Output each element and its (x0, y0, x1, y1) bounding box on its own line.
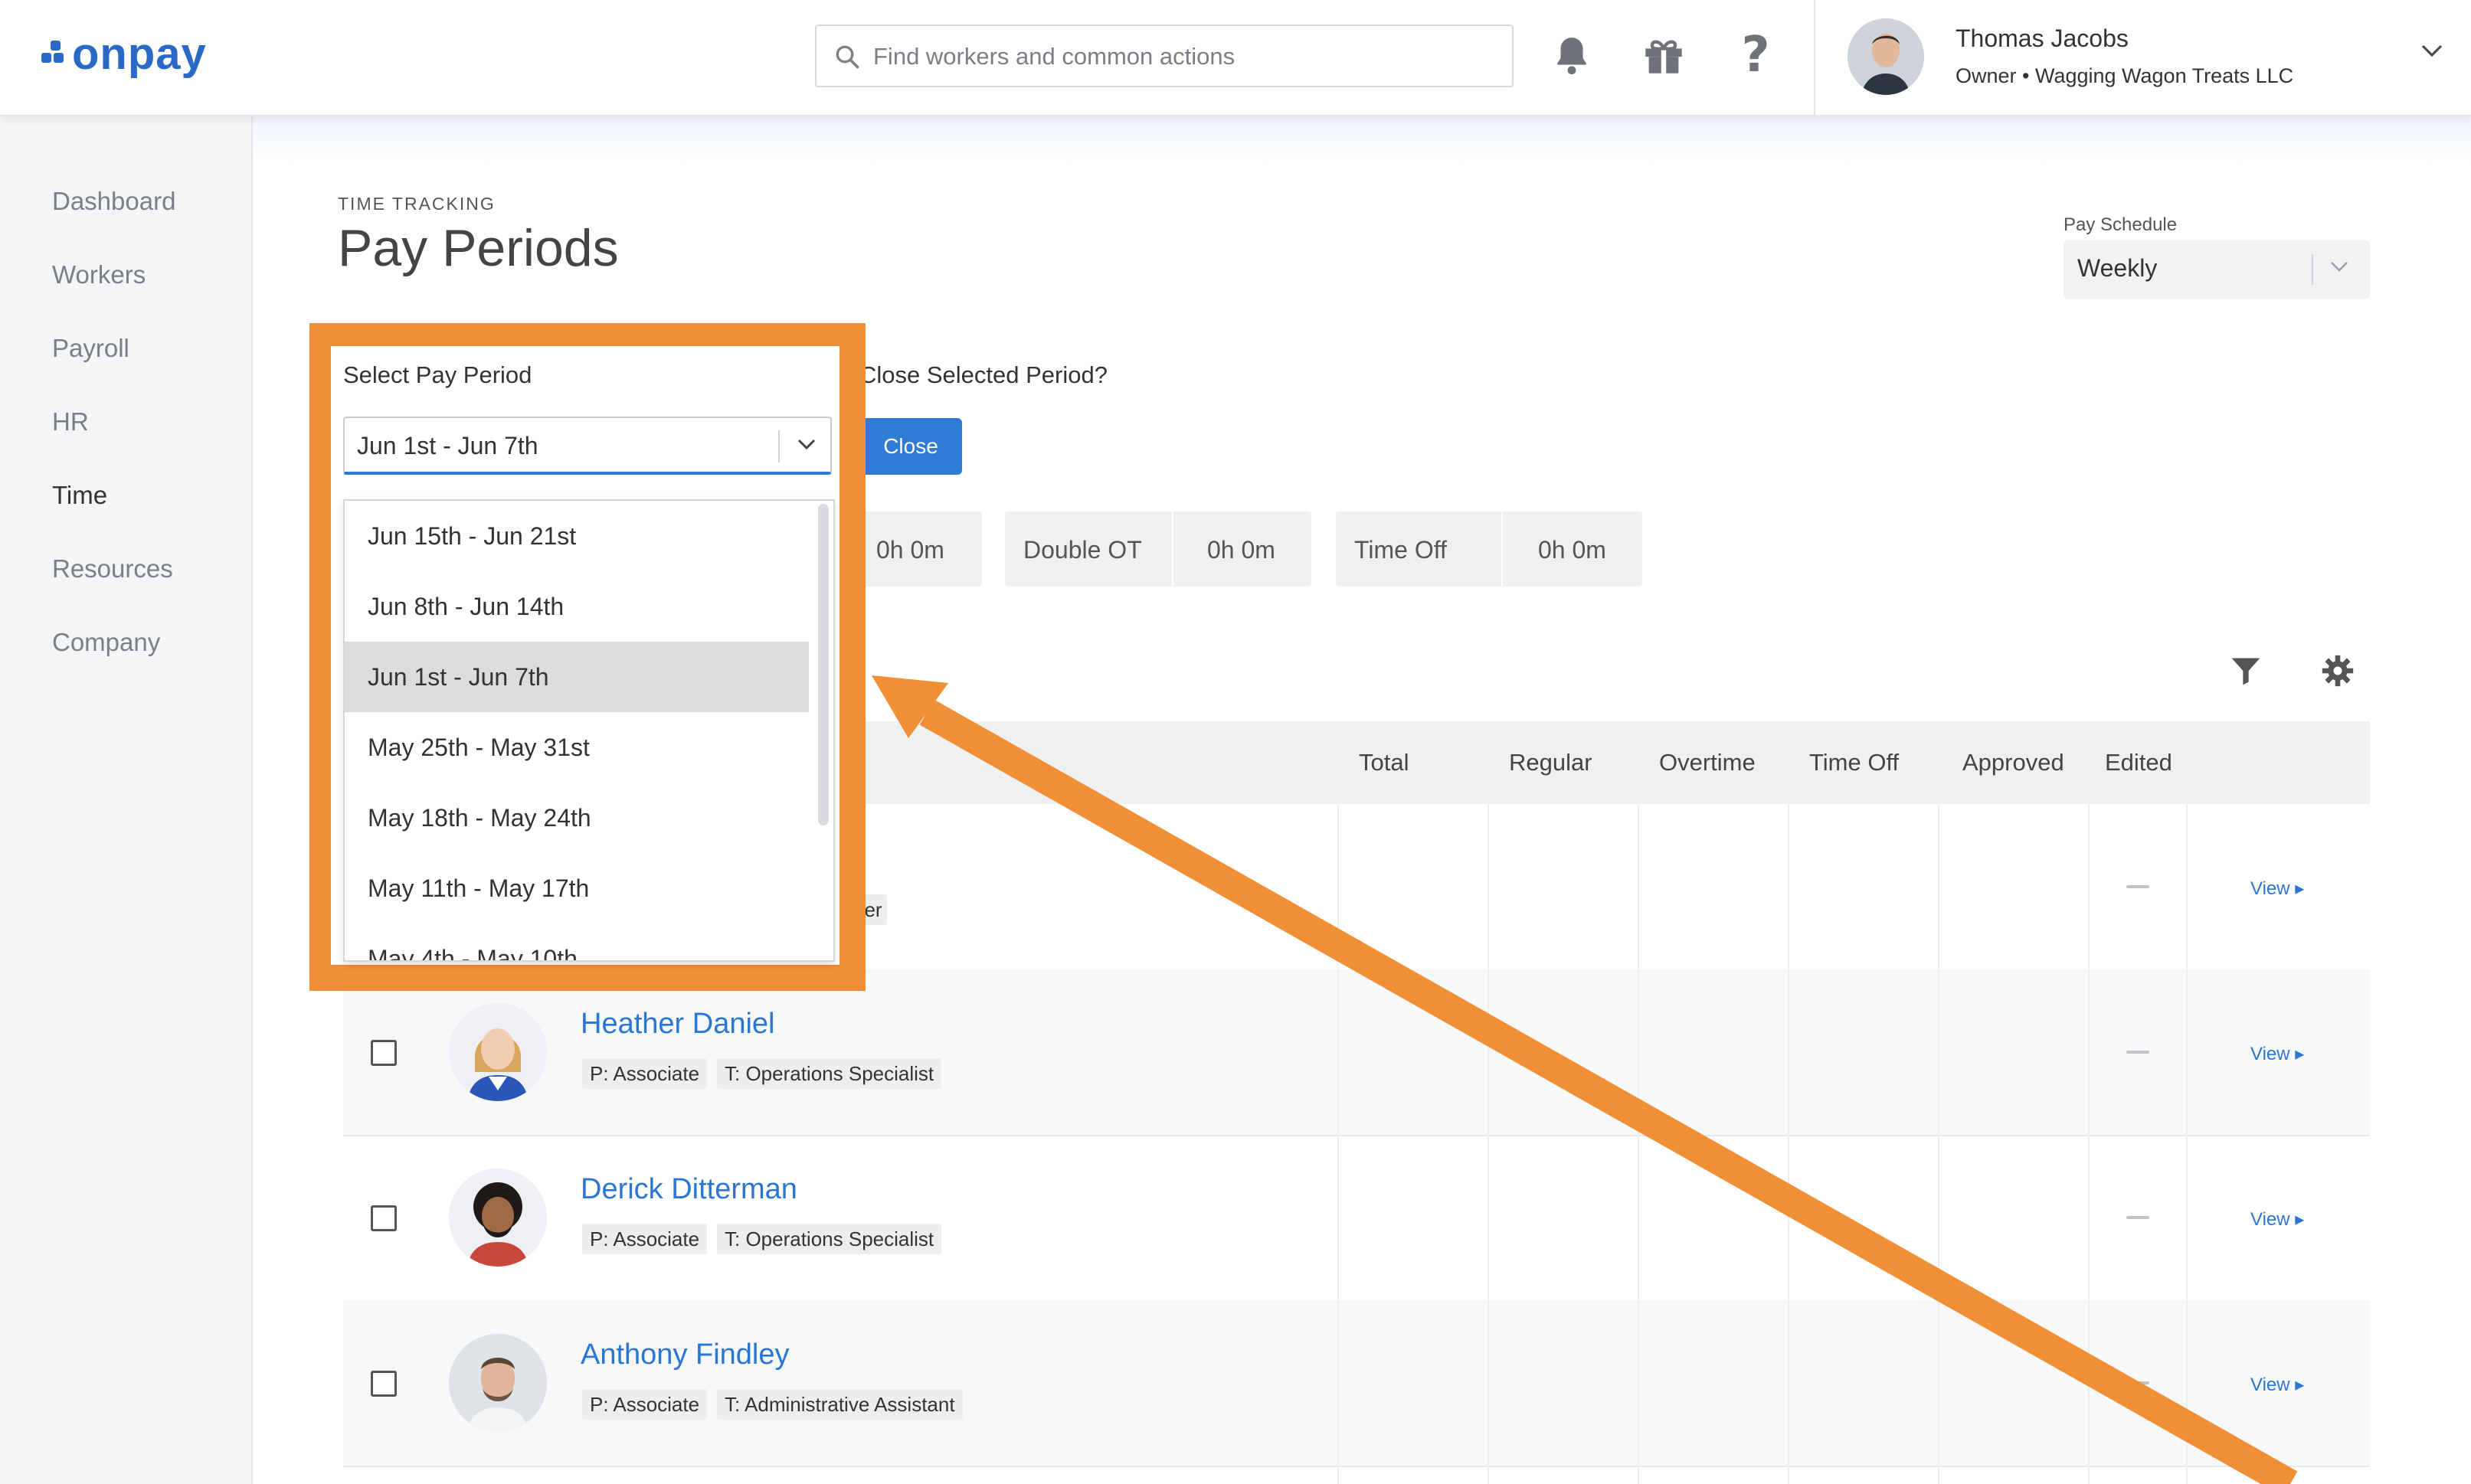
table-row[interactable]: Anthony Findley P: Associate T: Administ… (343, 1300, 2370, 1467)
edited-dash (2126, 1381, 2149, 1384)
view-link[interactable]: View ▸ (2250, 1374, 2304, 1396)
pay-period-select[interactable]: Jun 1st - Jun 7th (343, 417, 832, 475)
column-divider (1638, 804, 1639, 1484)
pay-period-option[interactable]: May 4th - May 10th (345, 923, 809, 960)
sidebar-item-dashboard[interactable]: Dashboard (52, 187, 175, 216)
view-link[interactable]: View ▸ (2250, 1208, 2304, 1231)
stat-divider (1501, 512, 1503, 587)
stat-partial-value: 0h 0m (876, 536, 944, 564)
pay-period-option[interactable]: May 11th - May 17th (345, 853, 809, 923)
title-tag: T: Operations Specialist (717, 1224, 942, 1254)
row-checkbox[interactable] (371, 1205, 397, 1231)
user-name: Thomas Jacobs (1956, 25, 2129, 52)
view-link[interactable]: View ▸ (2250, 878, 2304, 900)
col-overtime[interactable]: Overtime (1659, 749, 1756, 776)
gift-icon[interactable] (1641, 32, 1687, 78)
stat-double-ot-value: 0h 0m (1207, 536, 1275, 564)
menu-scrollbar[interactable] (818, 504, 829, 825)
select-separator (778, 430, 780, 463)
pay-schedule-label: Pay Schedule (2064, 214, 2178, 235)
position-tag: P: Associate (582, 1058, 708, 1089)
select-separator (2312, 254, 2313, 285)
table-row[interactable]: Derick Ditterman P: Associate T: Operati… (343, 1135, 2370, 1302)
search-input[interactable] (872, 37, 1503, 77)
worker-avatar (449, 1334, 547, 1432)
position-tag: P: Associate (582, 1224, 708, 1254)
help-icon[interactable]: ? (1733, 27, 1779, 83)
pay-period-option[interactable]: Jun 15th - Jun 21st (345, 501, 809, 571)
search-box[interactable] (815, 25, 1514, 87)
user-role: Owner • Wagging Wagon Treats LLC (1956, 64, 2294, 87)
edited-dash (2126, 1051, 2149, 1054)
pay-period-option[interactable]: May 25th - May 31st (345, 712, 809, 783)
stat-time-off-label: Time Off (1354, 536, 1447, 564)
sidebar-item-workers[interactable]: Workers (52, 260, 146, 289)
pay-schedule-select[interactable]: Weekly (2064, 240, 2370, 299)
user-avatar[interactable] (1848, 18, 1924, 95)
column-divider (1788, 804, 1789, 1484)
column-divider (1337, 804, 1339, 1484)
edited-dash (2126, 1216, 2149, 1219)
stat-time-off-value: 0h 0m (1538, 536, 1606, 564)
view-link[interactable]: View ▸ (2250, 1043, 2304, 1065)
top-bar: onpay ? Thomas Jacobs O (0, 0, 2471, 116)
content-top-shade (253, 116, 2471, 162)
pay-period-menu[interactable]: Jun 15th - Jun 21st Jun 8th - Jun 14th J… (343, 499, 835, 962)
column-divider (2088, 804, 2090, 1484)
sidebar-item-time[interactable]: Time (52, 481, 107, 510)
logo-text: onpay (72, 28, 207, 79)
col-total[interactable]: Total (1359, 749, 1409, 776)
edited-dash (2126, 885, 2149, 888)
column-divider (1938, 804, 1939, 1484)
bell-icon[interactable] (1549, 32, 1595, 78)
pay-period-option[interactable]: Jun 8th - Jun 14th (345, 571, 809, 642)
col-edited[interactable]: Edited (2105, 749, 2172, 776)
logo-dots-icon (41, 41, 67, 67)
pay-period-option[interactable]: May 18th - May 24th (345, 783, 809, 853)
col-time-off[interactable]: Time Off (1809, 749, 1899, 776)
title-tag: T: Administrative Assistant (717, 1389, 963, 1420)
chevron-down-icon (795, 435, 818, 457)
pay-period-label: Select Pay Period (343, 361, 532, 388)
stat-time-off: Time Off 0h 0m (1336, 512, 1642, 587)
filter-icon[interactable] (2226, 651, 2266, 691)
worker-name-link[interactable]: Heather Daniel (581, 1008, 774, 1041)
header-divider (1814, 0, 1815, 115)
position-tag: P: Associate (582, 1389, 708, 1420)
onpay-logo[interactable]: onpay (41, 28, 207, 79)
pay-period-option-selected[interactable]: Jun 1st - Jun 7th (345, 642, 809, 712)
row-checkbox[interactable] (371, 1040, 397, 1066)
column-divider (1488, 804, 1489, 1484)
col-approved[interactable]: Approved (1962, 749, 2064, 776)
worker-name-link[interactable]: Derick Ditterman (581, 1173, 797, 1206)
pay-period-selected-value: Jun 1st - Jun 7th (357, 432, 538, 459)
chevron-down-icon (2329, 259, 2350, 278)
chevron-down-icon[interactable] (2420, 43, 2443, 62)
search-icon (836, 45, 859, 69)
sidebar-item-company[interactable]: Company (52, 628, 160, 657)
section-eyebrow: TIME TRACKING (338, 194, 496, 214)
worker-avatar (449, 1003, 547, 1101)
row-checkbox[interactable] (371, 1371, 397, 1397)
sidebar-item-hr[interactable]: HR (52, 407, 89, 436)
title-tag: T: Operations Specialist (717, 1058, 942, 1089)
page-title: Pay Periods (338, 219, 619, 277)
sidebar: Dashboard Workers Payroll HR Time Resour… (0, 116, 253, 1484)
column-divider (2186, 804, 2188, 1484)
pay-schedule-value: Weekly (2077, 254, 2158, 282)
sidebar-item-payroll[interactable]: Payroll (52, 334, 129, 363)
col-regular[interactable]: Regular (1509, 749, 1592, 776)
stat-double-ot: Double OT 0h 0m (1005, 512, 1311, 587)
worker-name-link[interactable]: Anthony Findley (581, 1339, 790, 1371)
table-row[interactable]: Heather Daniel P: Associate T: Operation… (343, 969, 2370, 1136)
close-period-question: Close Selected Period? (859, 361, 1108, 388)
worker-avatar (449, 1169, 547, 1267)
stat-divider (1172, 512, 1173, 587)
gear-icon[interactable] (2318, 651, 2358, 691)
stat-double-ot-label: Double OT (1023, 536, 1142, 564)
sidebar-item-resources[interactable]: Resources (52, 554, 173, 583)
close-period-button[interactable]: Close (859, 418, 962, 475)
